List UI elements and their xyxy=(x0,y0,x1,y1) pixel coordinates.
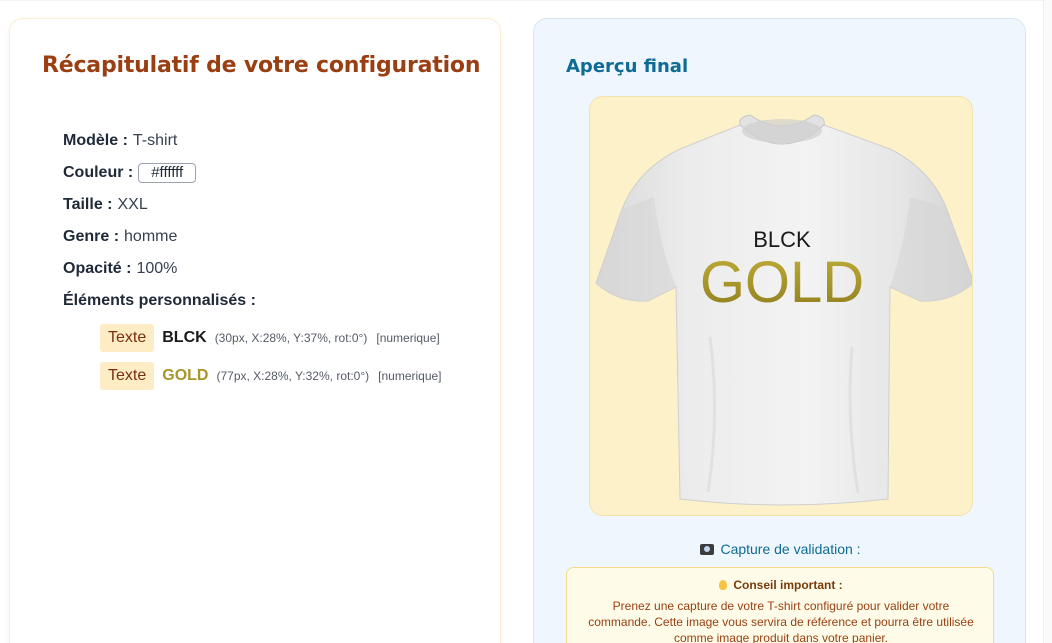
model-value: T-shirt xyxy=(132,132,178,149)
tip-title-row: Conseil important : xyxy=(567,578,995,592)
top-divider xyxy=(0,0,1043,1)
tip-text: Prenez une capture de votre T-shirt conf… xyxy=(588,599,974,643)
element-type-tag: Texte xyxy=(100,324,155,352)
element-text: BLCK xyxy=(162,329,207,346)
opacity-value: 100% xyxy=(136,260,178,277)
summary-row-gender: Genre : homme xyxy=(63,221,493,253)
custom-element-item: Texte GOLD (77px, X:28%, Y:32%, rot:0°) … xyxy=(100,357,493,395)
lightbulb-icon xyxy=(719,580,728,590)
custom-element-item: Texte BLCK (30px, X:28%, Y:37%, rot:0°) … xyxy=(100,319,493,357)
element-type-tag: Texte xyxy=(100,362,155,390)
page: Récapitulatif de votre configuration Mod… xyxy=(0,0,1052,643)
shirt-print-blck: BLCK xyxy=(753,227,811,252)
summary-row-color: Couleur : #ffffff xyxy=(63,157,493,189)
element-meta: (30px, X:28%, Y:37%, rot:0°) xyxy=(214,331,368,345)
model-label: Modèle : xyxy=(63,132,128,149)
preview-card: Aperçu final BLCK GOLD Capture de valida… xyxy=(533,18,1026,643)
tip-title: Conseil important : xyxy=(733,578,843,592)
capture-label-text: Capture de validation : xyxy=(720,541,861,557)
color-label: Couleur : xyxy=(63,164,134,181)
page-scrollbar[interactable] xyxy=(1043,0,1052,643)
summary-row-elements: Éléments personnalisés : xyxy=(63,285,493,317)
element-meta: (77px, X:28%, Y:32%, rot:0°) xyxy=(216,369,370,383)
camera-icon xyxy=(700,544,715,555)
custom-elements-list: Texte BLCK (30px, X:28%, Y:37%, rot:0°) … xyxy=(63,319,493,395)
tshirt-preview-frame: BLCK GOLD xyxy=(589,96,973,516)
shirt-print-gold: GOLD xyxy=(700,250,864,315)
tshirt-preview-image: BLCK GOLD xyxy=(595,114,972,506)
capture-label-row: Capture de validation : xyxy=(534,541,1027,557)
element-print-type: [numerique] xyxy=(378,369,442,383)
summary-list: Modèle : T-shirt Couleur : #ffffff Taill… xyxy=(63,125,493,395)
elements-label: Éléments personnalisés : xyxy=(63,292,256,309)
summary-row-opacity: Opacité : 100% xyxy=(63,253,493,285)
summary-card: Récapitulatif de votre configuration Mod… xyxy=(9,18,501,643)
gender-label: Genre : xyxy=(63,228,120,245)
opacity-label: Opacité : xyxy=(63,260,132,277)
size-value: XXL xyxy=(117,196,148,213)
element-print-type: [numerique] xyxy=(376,331,440,345)
tip-box: Conseil important : Prenez une capture d… xyxy=(566,567,994,643)
color-value-chip: #ffffff xyxy=(138,163,197,183)
summary-row-size: Taille : XXL xyxy=(63,189,493,221)
size-label: Taille : xyxy=(63,196,113,213)
gender-value: homme xyxy=(124,228,178,245)
summary-title: Récapitulatif de votre configuration xyxy=(42,53,481,78)
summary-row-model: Modèle : T-shirt xyxy=(63,125,493,157)
preview-title: Aperçu final xyxy=(566,56,689,77)
element-text: GOLD xyxy=(162,367,209,384)
